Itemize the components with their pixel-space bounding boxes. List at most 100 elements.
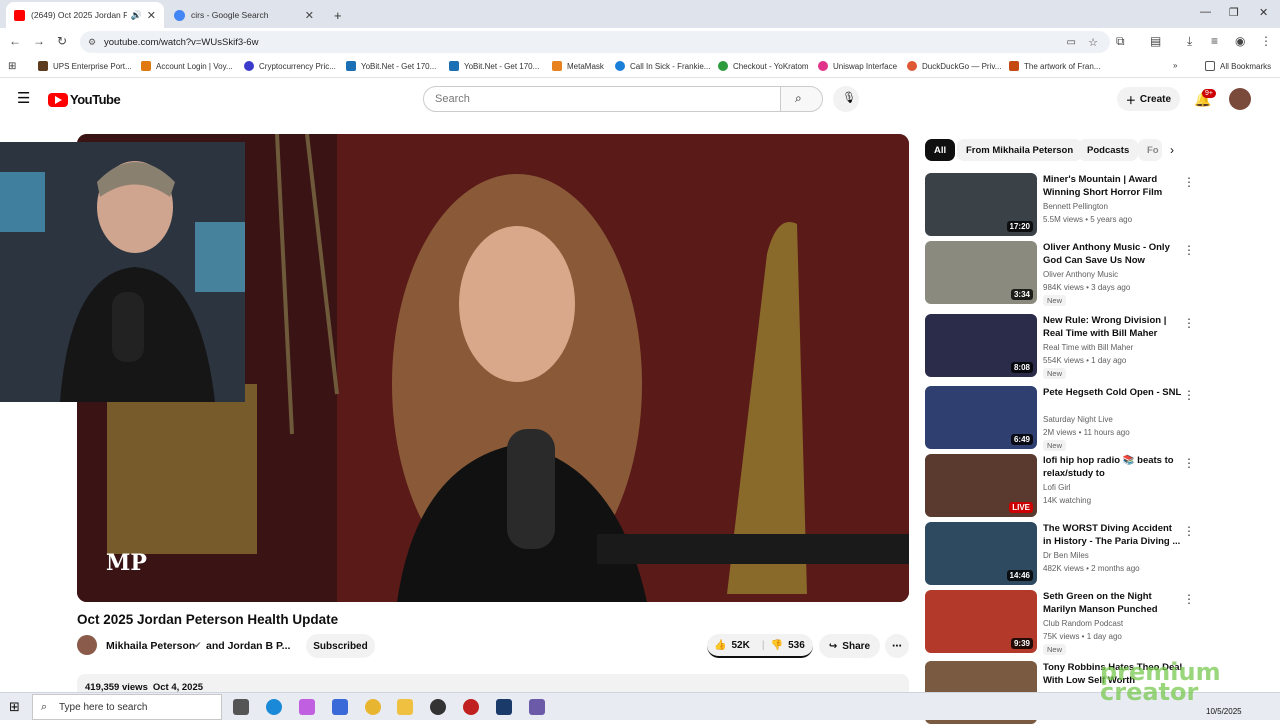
reload-icon[interactable]: ↻ — [57, 34, 67, 48]
minimize-icon[interactable]: — — [1200, 6, 1211, 18]
chip-truncated[interactable]: Fo — [1138, 139, 1162, 161]
youtube-logo[interactable]: YouTube — [48, 92, 121, 107]
rec-title[interactable]: Miner's Mountain | Award Winning Short H… — [1043, 173, 1183, 199]
copilot-icon[interactable] — [299, 699, 315, 715]
recommendation-item[interactable]: 8:08 New Rule: Wrong Division | Real Time… — [925, 314, 1275, 379]
rec-channel[interactable]: Bennett Pellington — [1043, 202, 1108, 211]
recommendation-item[interactable]: 9:39 Seth Green on the Night Marilyn Mans… — [925, 590, 1275, 655]
apps-icon[interactable]: ⊞ — [8, 61, 16, 72]
rec-title[interactable]: Oliver Anthony Music - Only God Can Save… — [1043, 241, 1183, 267]
rec-thumbnail[interactable]: LIVE — [925, 454, 1037, 517]
recommendation-item[interactable]: LIVE lofi hip hop radio 📚 beats to relax/… — [925, 454, 1275, 518]
chrome-icon[interactable] — [365, 699, 381, 715]
address-bar[interactable]: ⚙ youtube.com/watch?v=WUsSkif3-6w ▭ ☆ — [80, 31, 1110, 53]
chip-podcasts[interactable]: Podcasts — [1078, 139, 1139, 161]
sidepanel-icon[interactable]: ▤ — [1150, 34, 1161, 48]
search-button[interactable]: ⌕ — [780, 86, 823, 112]
back-icon[interactable]: ← — [9, 34, 21, 48]
share-button[interactable]: ↪ Share — [819, 634, 880, 658]
store-icon[interactable] — [332, 699, 348, 715]
download-icon[interactable]: ⤓ — [1187, 34, 1192, 49]
recommendation-item[interactable]: 14:46 The WORST Diving Accident in Histor… — [925, 522, 1275, 586]
rec-thumbnail[interactable]: 6:49 — [925, 386, 1037, 449]
new-tab-button[interactable]: + — [326, 2, 350, 28]
forward-icon[interactable]: → — [33, 34, 45, 48]
rec-title[interactable]: lofi hip hop radio 📚 beats to relax/stud… — [1043, 454, 1183, 480]
bookmark-item[interactable]: UPS Enterprise Port... — [38, 61, 132, 71]
rec-channel[interactable]: Dr Ben Miles — [1043, 551, 1089, 560]
more-vert-icon[interactable]: ⋮ — [1183, 524, 1195, 538]
app-icon[interactable] — [463, 699, 479, 715]
rec-channel[interactable]: Oliver Anthony Music — [1043, 270, 1118, 279]
bookmark-item[interactable]: YoBit.Net - Get 170... — [449, 61, 539, 71]
tab-google[interactable]: cirs - Google Search ✕ — [166, 2, 322, 28]
bookmark-item[interactable]: YoBit.Net - Get 170... — [346, 61, 436, 71]
bookmark-item[interactable]: Cryptocurrency Pric... — [244, 61, 336, 71]
recommendation-item[interactable]: 3:34 Oliver Anthony Music - Only God Can … — [925, 241, 1275, 306]
rec-channel[interactable]: Club Random Podcast — [1043, 619, 1123, 628]
rec-thumbnail[interactable]: 3:34 — [925, 241, 1037, 304]
bookmark-item[interactable]: DuckDuckGo — Priv... — [907, 61, 1001, 71]
obs-icon[interactable] — [430, 699, 446, 715]
bookmark-star-icon[interactable]: ☆ — [1088, 36, 1098, 49]
close-tab-icon[interactable]: ✕ — [305, 9, 314, 22]
channel-name[interactable]: Mikhaila Peterson — [106, 640, 195, 652]
more-vert-icon[interactable]: ⋮ — [1183, 592, 1195, 606]
bookmark-item[interactable]: MetaMask — [552, 61, 604, 71]
rec-title[interactable]: Pete Hegseth Cold Open - SNL — [1043, 386, 1183, 399]
dislike-count[interactable]: 536 — [788, 640, 805, 651]
app2-icon[interactable] — [529, 699, 545, 715]
more-vert-icon[interactable]: ⋮ — [1183, 456, 1195, 470]
bookmark-item[interactable]: Call In Sick - Frankie... — [615, 61, 710, 71]
edge-icon[interactable] — [266, 699, 282, 715]
more-vert-icon[interactable]: ⋮ — [1183, 388, 1195, 402]
explorer-icon[interactable] — [397, 699, 413, 715]
rec-thumbnail[interactable]: 9:39 — [925, 590, 1037, 653]
dislike-icon[interactable]: 👎 — [771, 640, 783, 651]
rec-thumbnail[interactable]: 17:20 — [925, 173, 1037, 236]
more-bookmarks-icon[interactable]: » — [1173, 61, 1177, 70]
chip-from-channel[interactable]: From Mikhaila Peterson — [957, 139, 1083, 161]
rec-thumbnail[interactable]: 8:08 — [925, 314, 1037, 377]
bookmark-item[interactable]: The artwork of Fran... — [1009, 61, 1100, 71]
rec-channel[interactable]: Lofi Girl — [1043, 483, 1071, 492]
rec-title[interactable]: Seth Green on the Night Marilyn Manson P… — [1043, 590, 1183, 617]
rec-channel[interactable]: Real Time with Bill Maher — [1043, 343, 1133, 352]
rec-title[interactable]: New Rule: Wrong Division | Real Time wit… — [1043, 314, 1183, 341]
more-vert-icon[interactable]: ⋮ — [1183, 175, 1195, 189]
media-icon[interactable]: ≡ — [1211, 34, 1218, 48]
bookmark-item[interactable]: Checkout - YoKratom — [718, 61, 809, 71]
recommendation-item[interactable]: 6:49 Pete Hegseth Cold Open - SNL Saturday… — [925, 386, 1275, 451]
like-icon[interactable]: 👍 — [714, 640, 726, 651]
extensions-icon[interactable]: ⧉ — [1116, 34, 1125, 49]
hamburger-menu-icon[interactable]: ☰ — [17, 89, 30, 107]
more-vert-icon[interactable]: ⋮ — [1183, 243, 1195, 257]
chevron-right-icon[interactable]: › — [1170, 143, 1174, 157]
windows-start-icon[interactable]: ⊞ — [9, 699, 20, 715]
more-vert-icon[interactable]: ⋮ — [1183, 316, 1195, 330]
chip-all[interactable]: All — [925, 139, 956, 161]
all-bookmarks[interactable]: All Bookmarks — [1205, 61, 1271, 71]
audio-icon[interactable]: 🔊 — [131, 10, 142, 21]
bookmark-item[interactable]: Account Login | Voy... — [141, 61, 233, 71]
search-input[interactable]: Search — [423, 86, 781, 112]
restore-icon[interactable]: ❐ — [1229, 6, 1239, 19]
like-count[interactable]: 52K — [731, 640, 749, 651]
bookmark-item[interactable]: Uniswap Interface — [818, 61, 897, 71]
avatar[interactable] — [1229, 88, 1251, 110]
subscribed-button[interactable]: Subscribed — [306, 634, 375, 658]
rec-thumbnail[interactable]: 14:46 — [925, 522, 1037, 585]
task-view-icon[interactable] — [233, 699, 249, 715]
recommendation-item[interactable]: 17:20 Miner's Mountain | Award Winning Sh… — [925, 173, 1275, 237]
create-button[interactable]: ＋ Create — [1117, 87, 1180, 111]
close-window-icon[interactable]: ✕ — [1259, 6, 1268, 19]
steam-icon[interactable] — [496, 699, 512, 715]
cast-icon[interactable]: ▭ — [1067, 37, 1076, 48]
voice-search-button[interactable]: 🎙 — [833, 86, 859, 112]
taskbar-search-input[interactable]: ⌕ Type here to search — [32, 694, 222, 720]
menu-dots-icon[interactable]: ⋮ — [1260, 34, 1272, 48]
tab-youtube[interactable]: (2649) Oct 2025 Jordan Pet 🔊 ✕ — [6, 2, 164, 28]
more-actions-icon[interactable]: ⋯ — [885, 634, 909, 658]
site-info-icon[interactable]: ⚙ — [88, 37, 96, 48]
profile-icon[interactable]: ◉ — [1235, 34, 1245, 48]
